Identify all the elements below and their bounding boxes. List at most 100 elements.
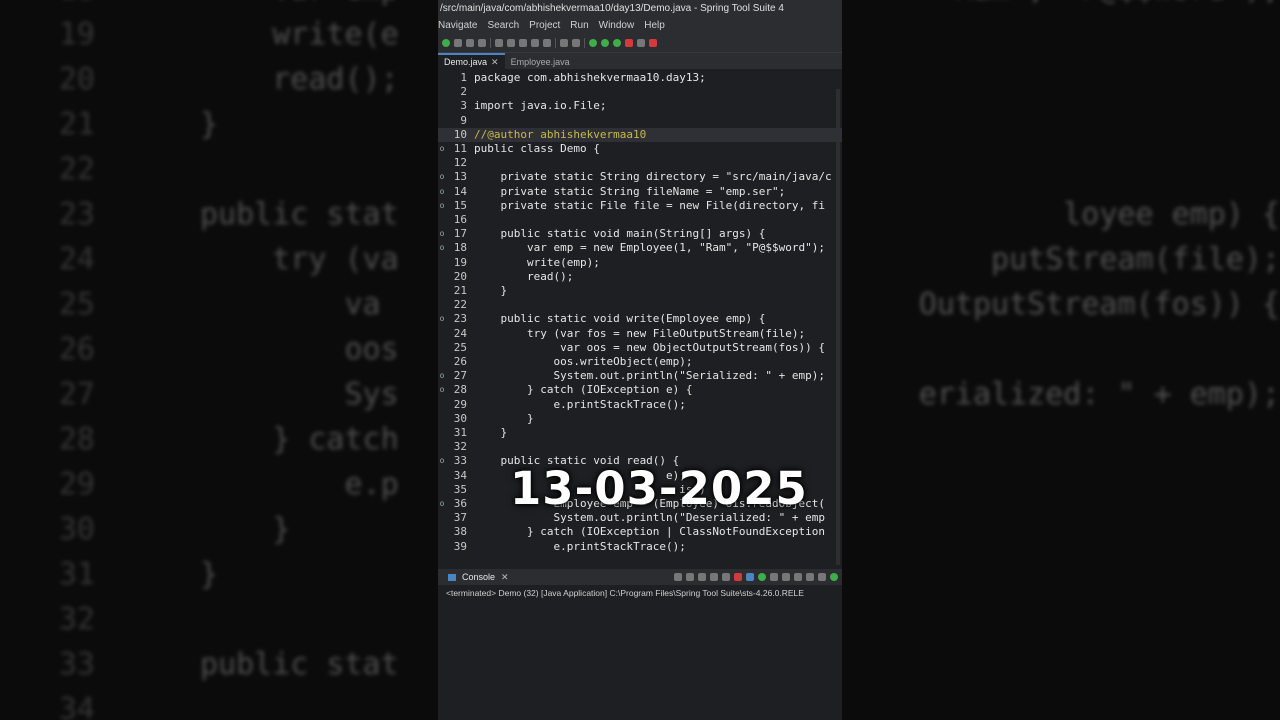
- new-icon[interactable]: [637, 39, 645, 47]
- code-line[interactable]: 32: [438, 440, 842, 454]
- editor-tabs: Demo.java ✕ Employee.java: [438, 53, 842, 69]
- code-text: var oos = new ObjectOutputStream(fos)) {: [474, 340, 825, 354]
- code-line[interactable]: 38 } catch (IOException | ClassNotFoundE…: [438, 525, 842, 539]
- code-text: }: [474, 411, 534, 425]
- code-line[interactable]: o 14 private static String fileName = "em…: [438, 185, 842, 199]
- code-line[interactable]: 16: [438, 213, 842, 227]
- remove-launch-icon[interactable]: [698, 573, 706, 581]
- menu-item-project[interactable]: Project: [529, 18, 560, 34]
- ide-window: /src/main/java/com/abhishekvermaa10/day1…: [438, 0, 842, 720]
- code-text: public class Demo {: [474, 142, 600, 155]
- line-number: 37: [453, 511, 467, 525]
- code-line[interactable]: 24 try (var fos = new FileOutputStream(f…: [438, 327, 842, 341]
- code-line[interactable]: o 17 public static void main(String[] arg…: [438, 227, 842, 241]
- line-number: 35: [453, 482, 467, 496]
- terminate-icon[interactable]: [686, 573, 694, 581]
- code-line[interactable]: 31 }: [438, 426, 842, 440]
- tab-demo-java[interactable]: Demo.java ✕: [438, 53, 505, 69]
- override-marker: o: [439, 499, 445, 508]
- status-icon: [830, 573, 838, 581]
- close-icon[interactable]: ✕: [501, 572, 509, 583]
- run-icon[interactable]: [442, 39, 450, 47]
- code-line[interactable]: 9: [438, 114, 842, 128]
- code-line[interactable]: 21 }: [438, 284, 842, 298]
- display-console-icon[interactable]: [782, 573, 790, 581]
- code-line[interactable]: o 28 } catch (IOException e) {: [438, 383, 842, 397]
- pin-console-icon[interactable]: [770, 573, 778, 581]
- tab-console[interactable]: Console: [462, 572, 495, 582]
- menu-item-navigate[interactable]: Navigate: [438, 18, 477, 34]
- refresh-icon[interactable]: [674, 573, 682, 581]
- code-line[interactable]: o 27 System.out.println("Serialized: " + …: [438, 369, 842, 383]
- line-number: 16: [453, 213, 467, 226]
- skip-icon[interactable]: [507, 39, 515, 47]
- line-number: 32: [453, 440, 467, 454]
- menu-item-run[interactable]: Run: [570, 18, 588, 34]
- code-line[interactable]: o 23 public static void write(Employee em…: [438, 312, 842, 326]
- build-icon[interactable]: [466, 39, 474, 47]
- line-number: 38: [453, 525, 467, 539]
- code-line[interactable]: 10 //@author abhishekvermaa10: [438, 127, 842, 142]
- run-button-icon[interactable]: [601, 39, 609, 47]
- line-number: 27: [453, 369, 467, 383]
- refresh-icon[interactable]: [478, 39, 486, 47]
- code-text: try (var fos = new FileOutputStream(file…: [474, 326, 806, 340]
- line-number: 10: [453, 127, 467, 141]
- link-icon[interactable]: [543, 39, 551, 47]
- word-wrap-icon[interactable]: [746, 573, 754, 581]
- remove-all-icon[interactable]: [710, 573, 718, 581]
- coverage-icon[interactable]: [613, 39, 621, 47]
- maximize-icon[interactable]: [818, 573, 826, 581]
- code-line[interactable]: 30 }: [438, 412, 842, 426]
- menu-item-window[interactable]: Window: [599, 18, 635, 34]
- close-icon[interactable]: ✕: [491, 55, 499, 69]
- menu-item-help[interactable]: Help: [644, 18, 665, 34]
- line-number: 21: [453, 284, 467, 297]
- line-number: 12: [453, 156, 467, 170]
- code-line[interactable]: o 18 var emp = new Employee(1, "Ram", "P@…: [438, 241, 842, 255]
- code-line[interactable]: 26 oos.writeObject(emp);: [438, 355, 842, 369]
- tab-label: Demo.java: [444, 57, 488, 67]
- code-text: //@author abhishekvermaa10: [474, 127, 647, 141]
- code-text: read();: [474, 269, 574, 283]
- show-console-icon[interactable]: [758, 573, 766, 581]
- bug-icon[interactable]: [589, 39, 597, 47]
- tab-employee-java[interactable]: Employee.java: [505, 55, 576, 69]
- scroll-lock-icon[interactable]: [734, 573, 742, 581]
- new-console-icon[interactable]: [794, 573, 802, 581]
- line-number: 34: [453, 468, 467, 482]
- line-number: 19: [453, 255, 467, 269]
- pin-icon[interactable]: [531, 39, 539, 47]
- menu-item-search[interactable]: Search: [487, 18, 519, 34]
- code-line[interactable]: 3 import java.io.File;: [438, 99, 842, 113]
- code-line[interactable]: 19 write(emp);: [438, 256, 842, 270]
- clear-console-icon[interactable]: [722, 573, 730, 581]
- code-text: System.out.println("Serialized: " + emp)…: [474, 369, 825, 383]
- spring-icon[interactable]: [649, 39, 657, 47]
- external-tools-icon[interactable]: [625, 39, 633, 47]
- code-text: import java.io.File;: [474, 99, 607, 113]
- code-line[interactable]: 25 var oos = new ObjectOutputStream(fos)…: [438, 341, 842, 355]
- save-icon[interactable]: [454, 39, 462, 47]
- stop-icon[interactable]: [560, 39, 568, 47]
- resume-icon[interactable]: [572, 39, 580, 47]
- line-number: 3: [460, 99, 467, 113]
- code-line[interactable]: o 15 private static File file = new File(…: [438, 199, 842, 213]
- line-number: 31: [453, 426, 467, 439]
- override-marker: o: [439, 456, 445, 466]
- code-line[interactable]: 20 read();: [438, 270, 842, 284]
- minimize-icon[interactable]: [806, 573, 814, 581]
- code-line[interactable]: o 13 private static String directory = "s…: [438, 170, 842, 184]
- code-line[interactable]: 12: [438, 156, 842, 170]
- code-line[interactable]: 39 e.printStackTrace();: [438, 540, 842, 554]
- code-line[interactable]: 22: [438, 298, 842, 312]
- code-line[interactable]: o 11 public class Demo {: [438, 142, 842, 156]
- code-line[interactable]: 2: [438, 85, 842, 99]
- line-number: 29: [453, 397, 467, 411]
- console-tabbar: Console ✕: [438, 569, 842, 585]
- code-line[interactable]: 1 package com.abhishekvermaa10.day13;: [438, 71, 842, 85]
- code-line[interactable]: 29 e.printStackTrace();: [438, 398, 842, 412]
- code-text: } catch (IOException e) {: [474, 383, 693, 397]
- debug-icon[interactable]: [495, 39, 503, 47]
- gear-icon[interactable]: [519, 39, 527, 47]
